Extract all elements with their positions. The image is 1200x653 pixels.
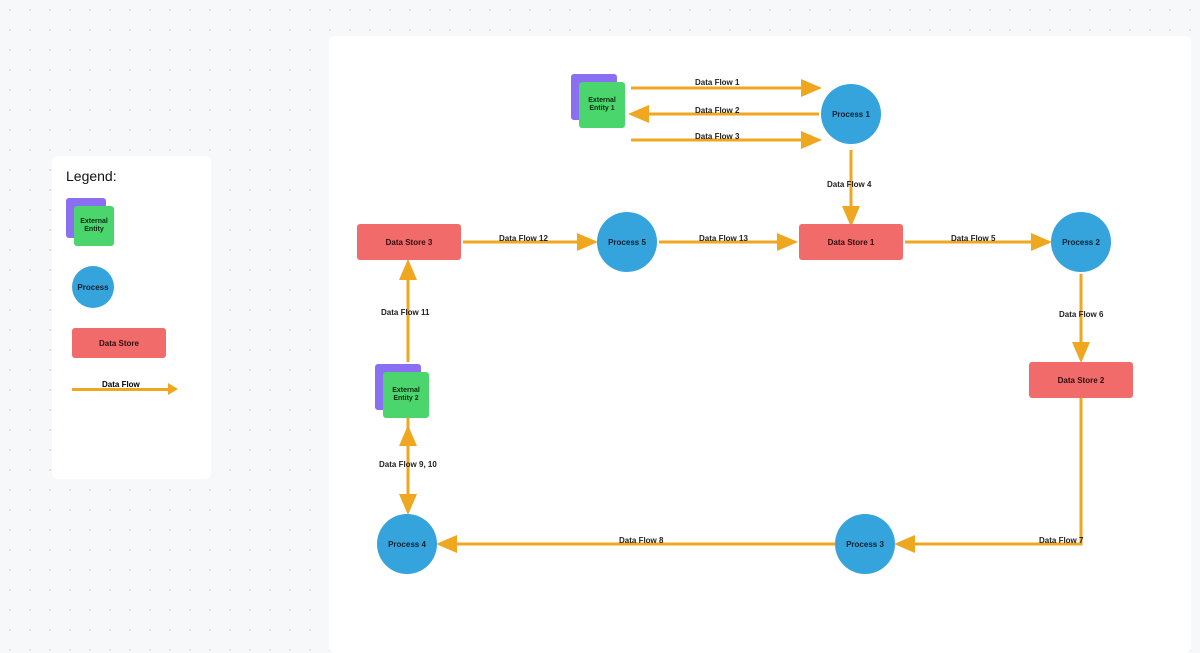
- legend-data-store: Data Store: [72, 328, 166, 358]
- node-data-store-2[interactable]: Data Store 2: [1029, 362, 1133, 398]
- edge-label: Data Flow 2: [695, 106, 739, 115]
- edge-label: Data Flow 5: [951, 234, 995, 243]
- node-label: Process 4: [388, 540, 426, 549]
- node-label: External Entity 2: [383, 372, 429, 418]
- node-process-3[interactable]: Process 3: [835, 514, 895, 574]
- edge-label: Data Flow 3: [695, 132, 739, 141]
- edge-label: Data Flow 13: [699, 234, 748, 243]
- node-label: Data Store 2: [1058, 376, 1105, 385]
- legend-process-label: Process: [77, 283, 108, 292]
- edges-layer: [329, 36, 1191, 653]
- edge-label: Data Flow 8: [619, 536, 663, 545]
- edge-label: Data Flow 6: [1059, 310, 1103, 319]
- node-label: Process 3: [846, 540, 884, 549]
- legend-external-entity-label: External Entity: [74, 206, 114, 246]
- node-process-4[interactable]: Process 4: [377, 514, 437, 574]
- legend-external-entity: External Entity: [66, 198, 197, 252]
- node-label: External Entity 1: [579, 82, 625, 128]
- node-data-store-1[interactable]: Data Store 1: [799, 224, 903, 260]
- node-label: Data Store 3: [386, 238, 433, 247]
- legend-data-store-label: Data Store: [99, 339, 139, 348]
- node-process-1[interactable]: Process 1: [821, 84, 881, 144]
- legend-title: Legend:: [66, 168, 197, 184]
- legend-process: Process: [72, 266, 114, 308]
- edge-label: Data Flow 1: [695, 78, 739, 87]
- edge-label: Data Flow 12: [499, 234, 548, 243]
- arrow-icon: [168, 383, 178, 395]
- edge-label: Data Flow 9, 10: [379, 460, 437, 469]
- edge-label: Data Flow 7: [1039, 536, 1083, 545]
- node-label: Process 5: [608, 238, 646, 247]
- node-label: Process 1: [832, 110, 870, 119]
- node-process-2[interactable]: Process 2: [1051, 212, 1111, 272]
- legend-data-flow: Data Flow: [72, 382, 182, 396]
- legend-panel: Legend: External Entity Process Data Sto…: [52, 156, 211, 479]
- edge-label: Data Flow 4: [827, 180, 871, 189]
- node-label: Data Store 1: [828, 238, 875, 247]
- node-label: Process 2: [1062, 238, 1100, 247]
- legend-data-flow-label: Data Flow: [102, 380, 140, 389]
- edge-label: Data Flow 11: [381, 308, 429, 317]
- node-data-store-3[interactable]: Data Store 3: [357, 224, 461, 260]
- node-process-5[interactable]: Process 5: [597, 212, 657, 272]
- diagram-canvas[interactable]: External Entity 1 Process 1 Data Store 3…: [329, 36, 1191, 653]
